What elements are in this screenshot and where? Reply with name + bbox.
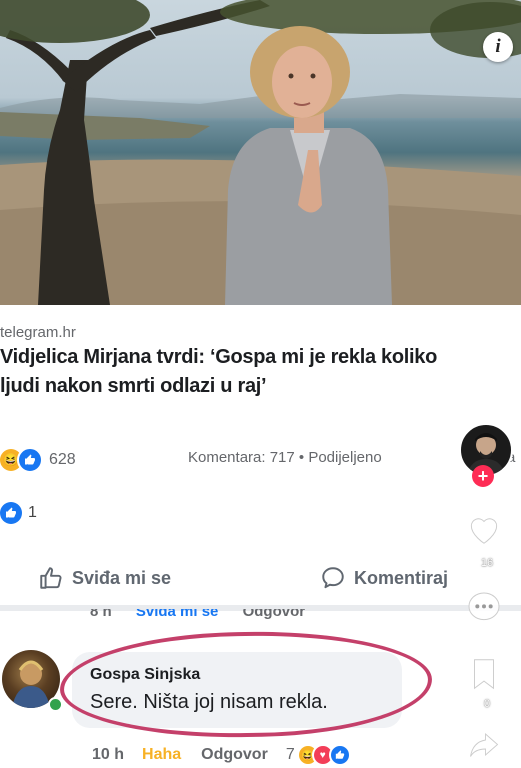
like-button-label: Sviđa mi se (72, 567, 172, 588)
online-status-icon (48, 697, 63, 712)
reaction-count: 628 (49, 451, 76, 468)
shared-reaction-summary[interactable]: 1 (0, 502, 37, 524)
reaction-summary[interactable]: 😆 628 (0, 447, 76, 473)
follow-plus-icon[interactable]: + (472, 465, 494, 487)
post-stats[interactable]: Komentara: 717 • Podijeljeno (188, 449, 382, 466)
comment-reply-button[interactable]: Odgovor (201, 746, 268, 764)
comment-haha-button[interactable]: Haha (142, 746, 181, 764)
shared-reaction-count: 1 (28, 504, 37, 521)
like-button[interactable]: Sviđa mi se (38, 565, 171, 591)
comment-meta: 10 h Haha Odgovor 7 😆 ♥ (92, 744, 351, 766)
previous-comment-meta: 8 h Sviđa mi se Odgovor (90, 609, 325, 627)
info-icon[interactable]: i (483, 32, 513, 62)
like-emoji-icon (17, 447, 43, 473)
share-arrow-icon[interactable] (464, 728, 504, 764)
comment-button[interactable]: Komentiraj (320, 565, 448, 591)
like-emoji-icon (0, 502, 22, 524)
link-source[interactable]: telegram.hr (0, 324, 76, 341)
like-count: 16 (480, 557, 494, 569)
previous-comment-time: 8 h (90, 609, 112, 620)
previous-comment-like[interactable]: Sviđa mi se (136, 609, 219, 620)
heart-icon[interactable] (464, 510, 504, 548)
comment-button-label: Komentiraj (354, 567, 449, 588)
comment-reaction-count: 7 (285, 746, 295, 763)
like-emoji-icon (328, 744, 351, 766)
article-headline[interactable]: Vidjelica Mirjana tvrdi: ‘Gospa mi je re… (0, 343, 470, 401)
article-photo[interactable]: i (0, 0, 521, 305)
thumbs-up-icon (40, 567, 62, 589)
comment-count: 0 (483, 698, 491, 710)
post-action-bar: Sviđa mi se Komentiraj (0, 555, 521, 603)
bookmark-icon[interactable] (464, 655, 504, 693)
speech-bubble-icon (322, 567, 344, 589)
comment-dots-icon[interactable] (464, 588, 504, 628)
previous-comment-reply[interactable]: Odgovor (243, 609, 306, 620)
comment-time: 10 h (92, 746, 125, 763)
